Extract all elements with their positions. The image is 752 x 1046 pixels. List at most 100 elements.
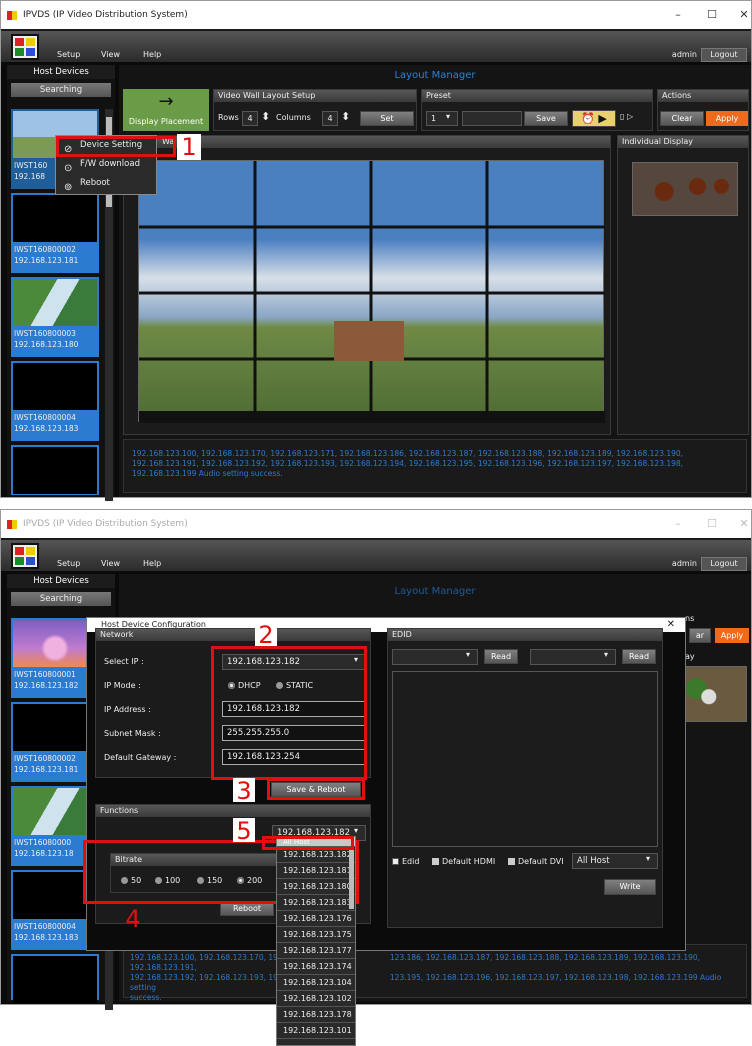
default-dvi-checkbox[interactable]: Default DVI: [508, 857, 564, 866]
highlight-box-3: [267, 778, 365, 800]
step-number-5: 5: [233, 818, 255, 844]
app-logo: [11, 543, 39, 569]
individual-display-preview[interactable]: [683, 666, 747, 722]
device-card[interactable]: [11, 954, 99, 1003]
preset-title: Preset: [422, 90, 652, 102]
dropdown-option[interactable]: 192.168.123.177: [277, 943, 355, 959]
host-device-configuration-dialog: Host Device Configuration ✕ Network Sele…: [83, 617, 686, 951]
device-thumbnail: [13, 279, 97, 326]
fw-download-menu-item[interactable]: ⊙ F/W download: [56, 155, 156, 174]
dropdown-scrollbar[interactable]: [349, 849, 354, 909]
video-wall-preview[interactable]: [138, 160, 605, 423]
dropdown-option[interactable]: 192.168.123.178: [277, 1007, 355, 1023]
write-button[interactable]: Write: [604, 879, 656, 895]
menu-view[interactable]: View: [101, 50, 120, 59]
chevron-down-icon[interactable]: ▾: [354, 826, 358, 835]
searching-button[interactable]: Searching: [11, 83, 111, 97]
device-ip: 192.168.123.181: [14, 256, 79, 265]
device-thumbnail: [13, 956, 97, 1003]
set-button[interactable]: Set: [360, 111, 414, 126]
device-thumbnail: [13, 620, 97, 667]
dropdown-option[interactable]: 192.168.123.183: [277, 895, 355, 911]
dropdown-option[interactable]: 192.168.123.174: [277, 959, 355, 975]
dropdown-option[interactable]: 192.168.123.175: [277, 927, 355, 943]
step-number-2: 2: [255, 622, 277, 648]
device-card[interactable]: IWST160800004 192.168.123.183: [11, 361, 99, 441]
log-output: 192.168.123.100, 192.168.123.170, 192.16…: [123, 439, 747, 493]
dropdown-option[interactable]: 192.168.123.180: [277, 879, 355, 895]
device-ip: 192.168.123.18: [14, 849, 74, 858]
preset-save-button[interactable]: Save: [524, 111, 568, 126]
preset-name-input[interactable]: [462, 111, 522, 126]
chevron-down-icon[interactable]: ▾: [466, 650, 470, 659]
host-devices-title: Host Devices: [7, 574, 115, 588]
layout-manager-title: Layout Manager: [394, 70, 476, 81]
preset-select[interactable]: 1: [426, 111, 458, 126]
menu-help[interactable]: Help: [143, 50, 161, 59]
dropdown-option[interactable]: 192.168.123.102: [277, 991, 355, 1007]
clear-button-partial[interactable]: ar: [689, 628, 711, 643]
device-name: IWST160800001: [14, 670, 76, 679]
reboot-menu-item[interactable]: ⊚ Reboot: [56, 174, 156, 193]
rows-input[interactable]: 4: [242, 111, 258, 126]
default-hdmi-checkbox[interactable]: Default HDMI: [432, 857, 495, 866]
dialog-close-button[interactable]: ✕: [667, 618, 675, 632]
dropdown-option[interactable]: 192.168.123.176: [277, 911, 355, 927]
apply-button[interactable]: Apply: [706, 111, 748, 126]
device-card[interactable]: IWST160800002 192.168.123.181: [11, 193, 99, 273]
alarm-play-button[interactable]: ⏰ ▶: [572, 110, 616, 127]
maximize-button[interactable]: ☐: [697, 1, 727, 29]
logout-button[interactable]: Logout: [701, 557, 747, 571]
network-title: Network: [96, 629, 370, 641]
chevron-down-icon[interactable]: ▾: [646, 854, 650, 863]
minimize-button[interactable]: –: [663, 1, 693, 29]
maximize-button[interactable]: ☐: [697, 510, 727, 538]
window-title: IPVDS (IP Video Distribution System): [23, 519, 188, 529]
display-placement-button[interactable]: → Display Placement: [123, 89, 209, 131]
device-card[interactable]: IWST160800003 192.168.123.180: [11, 277, 99, 357]
video-wall-layout-setup: Video Wall Layout Setup Rows 4 ⬍ Columns…: [213, 89, 417, 131]
chevron-down-icon[interactable]: ▾: [604, 650, 608, 659]
device-thumbnail: [13, 447, 97, 494]
tour-controls-icon[interactable]: ▯ ▷: [620, 112, 633, 121]
select-ip-label: Select IP :: [104, 657, 144, 666]
rows-stepper-icon[interactable]: ⬍: [261, 110, 270, 123]
dropdown-option[interactable]: 192.168.123.104: [277, 975, 355, 991]
edid-checkbox[interactable]: Edid: [392, 857, 419, 866]
device-ip: 192.168.123.180: [14, 340, 79, 349]
device-card[interactable]: [11, 445, 99, 495]
dropdown-option[interactable]: 192.168.123.101: [277, 1023, 355, 1039]
highlight-box-2: [211, 646, 367, 780]
apply-button[interactable]: Apply: [715, 628, 749, 643]
searching-button[interactable]: Searching: [11, 592, 111, 606]
host-devices-title: Host Devices: [7, 65, 115, 79]
close-button[interactable]: ✕: [729, 510, 752, 538]
step-number-3: 3: [233, 778, 255, 804]
menu-help[interactable]: Help: [143, 559, 161, 568]
log-output: 192.168.123.100, 192.168.123.170, 19 123.…: [123, 944, 747, 1002]
close-button[interactable]: ✕: [729, 1, 752, 29]
video-wall-layout-title: Video Wall Layout Setup: [214, 90, 416, 102]
columns-input[interactable]: 4: [322, 111, 338, 126]
menu-view[interactable]: View: [101, 559, 120, 568]
menu-setup[interactable]: Setup: [57, 50, 80, 59]
edid-read-button-1[interactable]: Read: [484, 649, 518, 664]
main-window-top: IPVDS (IP Video Distribution System) – ☐…: [0, 0, 752, 501]
device-name: IWST16080000: [14, 838, 72, 847]
default-gateway-label: Default Gateway :: [104, 753, 177, 762]
individual-display-preview[interactable]: [632, 162, 738, 216]
minimize-button[interactable]: –: [663, 510, 693, 538]
preset-dropdown-icon[interactable]: ▾: [446, 112, 450, 121]
host-devices-panel: Host Devices Searching IWST160 192.168 I…: [7, 65, 115, 501]
dropdown-option[interactable]: 192.168.123.181: [277, 863, 355, 879]
logout-button[interactable]: Logout: [701, 48, 747, 62]
device-thumbnail: [13, 788, 97, 835]
edid-read-button-2[interactable]: Read: [622, 649, 656, 664]
subnet-mask-label: Subnet Mask :: [104, 729, 161, 738]
menu-setup[interactable]: Setup: [57, 559, 80, 568]
user-label: admin: [671, 559, 697, 568]
layout-manager-title: Layout Manager: [394, 586, 476, 597]
columns-stepper-icon[interactable]: ⬍: [341, 110, 350, 123]
title-bar: IPVDS (IP Video Distribution System) – ☐…: [1, 510, 751, 538]
clear-button[interactable]: Clear: [660, 111, 704, 126]
